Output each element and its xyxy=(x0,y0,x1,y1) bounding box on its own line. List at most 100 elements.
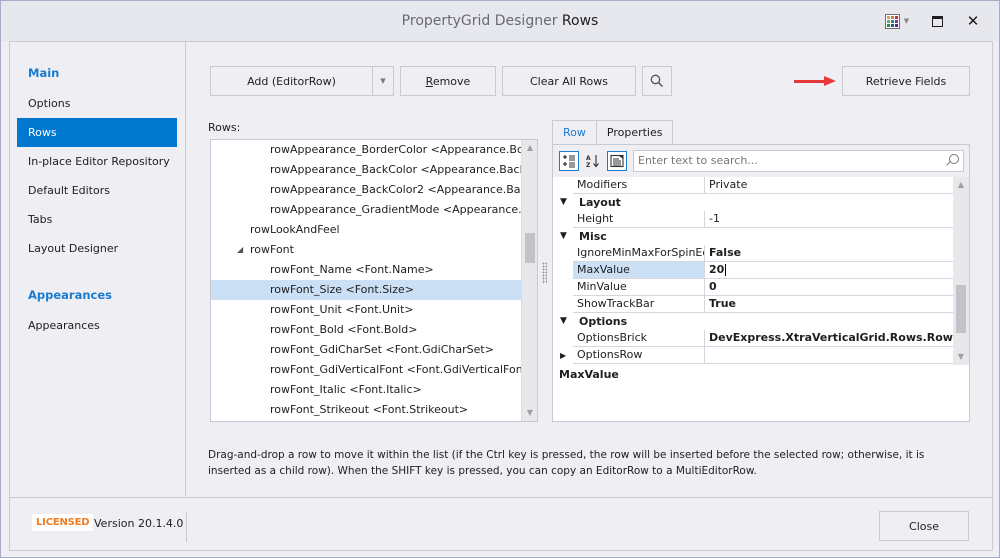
collapse-icon[interactable]: ▼ xyxy=(560,194,567,211)
find-button[interactable] xyxy=(642,66,672,96)
palette-swatch xyxy=(890,15,894,19)
category-row[interactable]: ▼ Options xyxy=(553,313,953,330)
rows-tree-scrollbar[interactable]: ▲ ▼ xyxy=(521,140,537,421)
add-row-button-label: Add (EditorRow) xyxy=(247,74,336,88)
tree-row[interactable]: rowAppearance_GradientMode <Appearance.G… xyxy=(211,200,522,220)
alphabetical-view-button[interactable]: AZ xyxy=(583,151,603,171)
title-bar: PropertyGrid Designer Rows ▼ ✕ xyxy=(1,1,999,41)
skin-selector-button[interactable]: ▼ xyxy=(881,9,913,33)
categorized-view-button[interactable] xyxy=(559,151,579,171)
close-button-label: Close xyxy=(909,519,939,533)
annotation-arrow-head xyxy=(824,76,836,86)
palette-swatch xyxy=(894,15,898,19)
tab-properties[interactable]: Properties xyxy=(595,120,674,144)
row-indent: ▶ xyxy=(553,347,573,364)
clear-all-rows-button[interactable]: Clear All Rows xyxy=(502,66,636,96)
tree-row[interactable]: rowFont_Size <Font.Size> xyxy=(211,280,522,300)
expand-toggle-icon[interactable]: ◢ xyxy=(237,240,243,260)
property-row[interactable]: ▶ OptionsRow xyxy=(553,347,953,364)
tree-row-label: rowFont_GdiVerticalFont <Font.GdiVertica… xyxy=(270,363,522,376)
add-row-split-button[interactable]: Add (EditorRow) ▼ xyxy=(210,66,394,96)
tree-row[interactable]: rowFont_GdiCharSet <Font.GdiCharSet> xyxy=(211,340,522,360)
scrollbar-thumb[interactable] xyxy=(525,233,535,264)
sidebar-item-options[interactable]: Options xyxy=(17,89,177,118)
property-value[interactable]: DevExpress.XtraVerticalGrid.Rows.RowBric… xyxy=(705,330,953,347)
palette-swatch xyxy=(894,23,898,27)
property-value[interactable]: 0 xyxy=(705,279,953,296)
property-value[interactable]: 20 xyxy=(705,262,953,279)
sidebar-group-appearances: Appearances xyxy=(28,288,113,302)
tree-row[interactable]: rowFont_Strikeout <Font.Strikeout> xyxy=(211,400,522,420)
property-row[interactable]: ShowTrackBar True xyxy=(553,296,953,313)
property-row[interactable]: Modifiers Private xyxy=(553,177,953,194)
row-indent xyxy=(553,245,573,262)
expand-icon[interactable]: ▶ xyxy=(560,347,566,364)
collapse-icon[interactable]: ▼ xyxy=(560,313,567,330)
rows-label: Rows: xyxy=(208,121,241,134)
rows-tree[interactable]: rowFont_Strikeout <Font.Strikeout> rowFon… xyxy=(210,139,538,422)
scroll-down-icon[interactable]: ▼ xyxy=(522,405,537,421)
property-row[interactable]: Height -1 xyxy=(553,211,953,228)
sidebar-item-appearances[interactable]: Appearances xyxy=(17,311,177,340)
property-grid-scrollbar[interactable]: ▲ ▼ xyxy=(953,177,969,365)
tree-row[interactable]: ◢ rowFont xyxy=(211,240,522,260)
property-search-input[interactable]: Enter text to search... xyxy=(633,150,964,172)
sidebar-item-inplace-editor-repository[interactable]: In-place Editor Repository xyxy=(17,147,177,176)
row-indent xyxy=(553,177,573,194)
property-value[interactable]: Private xyxy=(705,177,953,194)
collapse-icon[interactable]: ▼ xyxy=(560,228,567,245)
scroll-up-icon[interactable]: ▲ xyxy=(522,140,537,156)
property-grid[interactable]: Modifiers Private ▼ Layout Height -1 ▼ Misc Igno… xyxy=(553,177,953,365)
text-caret xyxy=(725,264,727,276)
property-row[interactable]: IgnoreMinMaxForSpinEdit False xyxy=(553,245,953,262)
retrieve-fields-label: Retrieve Fields xyxy=(865,74,947,88)
property-value[interactable]: -1 xyxy=(705,211,953,228)
chevron-down-icon: ▼ xyxy=(380,77,386,85)
property-row[interactable]: MinValue 0 xyxy=(553,279,953,296)
maximize-icon xyxy=(931,15,943,27)
search-icon xyxy=(949,154,959,164)
scroll-up-icon[interactable]: ▲ xyxy=(953,177,969,193)
tree-row[interactable]: rowFont_Unit <Font.Unit> xyxy=(211,300,522,320)
sidebar-item-default-editors[interactable]: Default Editors xyxy=(17,176,177,205)
property-value[interactable]: False xyxy=(705,245,953,262)
scrollbar-thumb[interactable] xyxy=(956,285,966,333)
close-button[interactable]: Close xyxy=(879,511,969,541)
property-row[interactable]: OptionsBrick DevExpress.XtraVerticalGrid.… xyxy=(553,330,953,347)
category-label: Misc xyxy=(579,230,607,243)
category-row[interactable]: ▼ Misc xyxy=(553,228,953,245)
splitter-grip[interactable] xyxy=(542,262,547,284)
maximize-button[interactable] xyxy=(925,9,949,33)
remove-button[interactable]: Remove xyxy=(400,66,496,96)
tree-row-label: rowFont_Name <Font.Name> xyxy=(270,263,434,276)
tab-row[interactable]: Row xyxy=(552,120,596,144)
tree-row[interactable]: rowLookAndFeel xyxy=(211,220,522,240)
scroll-down-icon[interactable]: ▼ xyxy=(953,349,969,365)
sort-az-icon: AZ xyxy=(586,155,599,168)
property-value[interactable] xyxy=(705,347,953,364)
tree-row[interactable]: rowFont_Name <Font.Name> xyxy=(211,260,522,280)
sidebar-item-tabs[interactable]: Tabs xyxy=(17,205,177,234)
property-row[interactable]: MaxValue 20 xyxy=(553,262,953,279)
tree-row[interactable]: rowAppearance_BackColor2 <Appearance.Bac… xyxy=(211,180,522,200)
drag-drop-hint: Drag-and-drop a row to move it within th… xyxy=(208,449,925,477)
title-prefix: PropertyGrid Designer xyxy=(401,13,558,29)
clear-all-rows-label: Clear All Rows xyxy=(529,74,608,88)
tree-row[interactable]: rowFont_GdiVerticalFont <Font.GdiVertica… xyxy=(211,360,522,380)
tree-row[interactable]: rowFont_Italic <Font.Italic> xyxy=(211,380,522,400)
sidebar-item-rows[interactable]: Rows xyxy=(17,118,177,147)
palette-swatch xyxy=(886,15,890,19)
add-row-dropdown[interactable]: ▼ xyxy=(372,67,393,95)
sidebar-item-layout-designer[interactable]: Layout Designer xyxy=(17,234,177,263)
close-window-button[interactable]: ✕ xyxy=(961,9,985,33)
palette-swatch xyxy=(890,23,894,27)
category-row[interactable]: ▼ Layout xyxy=(553,194,953,211)
tree-row[interactable]: rowAppearance_BorderColor <Appearance.Bo… xyxy=(211,140,522,160)
retrieve-fields-button[interactable]: Retrieve Fields xyxy=(842,66,970,96)
property-name: MinValue xyxy=(573,279,705,296)
tree-row[interactable]: rowAppearance_BackColor <Appearance.Back… xyxy=(211,160,522,180)
show-description-button[interactable] xyxy=(607,151,627,171)
row-indent xyxy=(553,262,573,279)
tree-row[interactable]: rowFont_Bold <Font.Bold> xyxy=(211,320,522,340)
property-value[interactable]: True xyxy=(705,296,953,313)
